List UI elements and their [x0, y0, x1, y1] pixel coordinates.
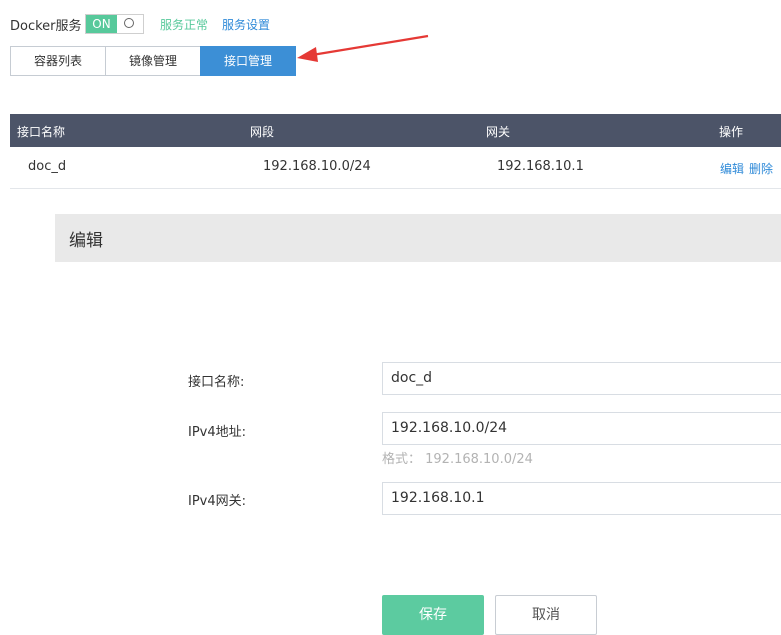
edit-panel-header: 编辑 [55, 214, 781, 262]
column-header-name: 接口名称 [17, 125, 66, 139]
ipv4-format-hint: 格式： 192.168.10.0/24 [382, 452, 533, 467]
service-status-text: 服务正常 [160, 18, 209, 32]
interface-name-label: 接口名称: [188, 375, 245, 390]
interface-name-input[interactable]: doc_d [382, 362, 781, 395]
save-button[interactable]: 保存 [382, 595, 484, 635]
tab-container-list[interactable]: 容器列表 [10, 46, 106, 76]
cell-subnet: 192.168.10.0/24 [263, 159, 371, 174]
toggle-knob-icon [124, 18, 134, 28]
delete-link[interactable]: 删除 [749, 160, 773, 177]
docker-service-toggle[interactable]: ON [85, 14, 144, 34]
ipv4-gateway-input[interactable]: 192.168.10.1 [382, 482, 781, 515]
ipv4-gateway-label: IPv4网关: [188, 494, 247, 509]
cell-interface-name: doc_d [28, 159, 67, 174]
column-header-actions: 操作 [719, 125, 744, 139]
service-settings-link[interactable]: 服务设置 [222, 16, 270, 33]
table-row: doc_d 192.168.10.0/24 192.168.10.1 编辑 删除 [10, 147, 781, 189]
table-header: 接口名称 网段 网关 操作 [10, 114, 781, 147]
ipv4-address-label: IPv4地址: [188, 425, 247, 440]
cancel-button[interactable]: 取消 [495, 595, 597, 635]
toggle-on-label: ON [86, 15, 117, 33]
ipv4-address-input[interactable]: 192.168.10.0/24 [382, 412, 781, 445]
edit-link[interactable]: 编辑 [720, 160, 744, 177]
cell-gateway: 192.168.10.1 [497, 159, 584, 174]
column-header-gateway: 网关 [486, 125, 511, 139]
tab-image-management[interactable]: 镜像管理 [105, 46, 201, 76]
annotation-arrow-icon [297, 34, 429, 62]
column-header-subnet: 网段 [250, 125, 275, 139]
edit-panel-title: 编辑 [69, 231, 103, 251]
docker-service-label: Docker服务 [10, 19, 82, 34]
tab-interface-management[interactable]: 接口管理 [200, 46, 296, 76]
